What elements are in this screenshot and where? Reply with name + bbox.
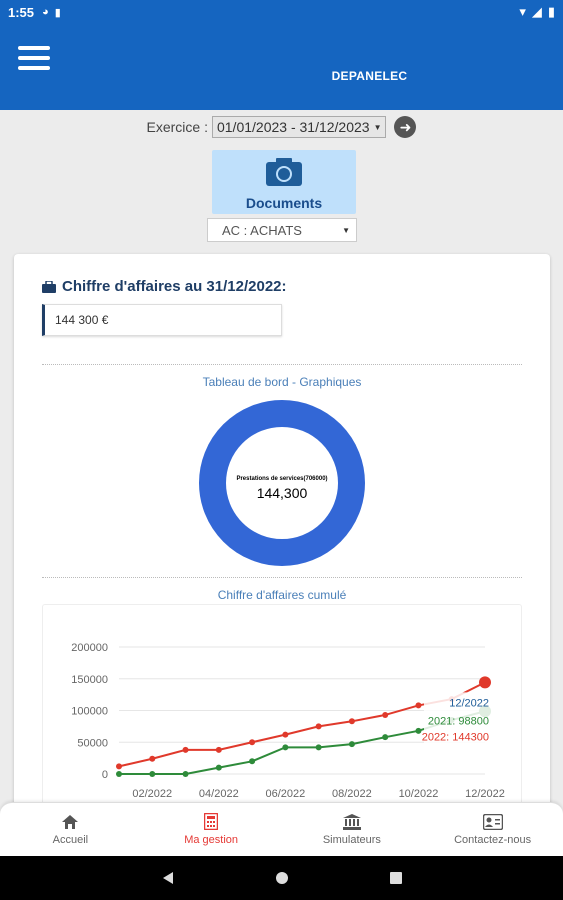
- y-tick-label: 50000: [77, 737, 108, 749]
- journal-select[interactable]: AC : ACHATS ▼: [207, 218, 357, 242]
- data-point: [215, 746, 222, 753]
- notification-icon: ◕: [42, 6, 49, 18]
- donut-inner: [224, 425, 340, 541]
- dashboard-title: Tableau de bord - Graphiques: [202, 375, 362, 389]
- recents-icon[interactable]: [389, 871, 403, 885]
- donut-value: 144,300: [257, 485, 308, 501]
- ca-title-text: Chiffre d'affaires au 31/12/2022:: [62, 278, 287, 295]
- exercice-value: 01/01/2023 - 31/12/2023: [216, 119, 370, 135]
- exercice-row: Exercice : 01/01/2023 - 31/12/2023 ▼ ➜: [0, 116, 563, 138]
- donut-label: Prestations de services(706000): [236, 476, 327, 482]
- app-title: DEPANELEC: [331, 69, 408, 83]
- back-icon[interactable]: [161, 871, 175, 885]
- app-bar: DEPANELEC: [0, 24, 563, 110]
- dropdown-arrow-icon: ▼: [373, 122, 382, 132]
- system-nav-bar: [0, 856, 563, 900]
- data-point: [182, 746, 189, 753]
- x-tick-label: 06/2022: [265, 788, 305, 800]
- documents-label: Documents: [245, 195, 323, 211]
- y-tick-label: 0: [102, 769, 108, 781]
- donut-chart[interactable]: Prestations de services(706000) 144,300: [199, 400, 365, 566]
- nav-contact[interactable]: Contactez-nous: [422, 803, 563, 856]
- bottom-nav: Accueil Ma gestion Simulateurs Contactez…: [0, 802, 563, 856]
- signal-icon: ◢: [531, 4, 542, 19]
- x-tick-label: 04/2022: [199, 788, 239, 800]
- data-point: [116, 771, 122, 777]
- x-tick-label: 02/2022: [132, 788, 172, 800]
- home-circle-icon[interactable]: [275, 871, 289, 885]
- data-point: [282, 731, 289, 738]
- sim-icon: ▮: [54, 6, 61, 19]
- exercice-select[interactable]: 01/01/2023 - 31/12/2023 ▼: [211, 116, 387, 138]
- ca-value-box: 144 300 €: [42, 304, 282, 336]
- x-tick-label: 12/2022: [465, 788, 505, 800]
- ca-value: 144 300 €: [55, 313, 109, 327]
- y-tick-label: 200000: [71, 642, 108, 654]
- data-point: [348, 718, 355, 725]
- data-point: [282, 744, 289, 751]
- tooltip-title: 12/2022: [449, 697, 489, 709]
- data-point: [415, 702, 422, 709]
- data-point: [149, 771, 156, 777]
- nav-simulateurs[interactable]: Simulateurs: [282, 803, 423, 856]
- data-point: [249, 758, 256, 765]
- data-point: [182, 771, 189, 777]
- divider: [42, 577, 522, 578]
- cumul-title: Chiffre d'affaires cumulé: [217, 588, 347, 602]
- briefcase-icon: [42, 280, 56, 293]
- data-point: [479, 676, 491, 689]
- nav-accueil-label: Accueil: [52, 833, 89, 846]
- calculator-icon: [204, 813, 219, 830]
- x-tick-label: 08/2022: [332, 788, 372, 800]
- data-point: [315, 723, 322, 730]
- data-point: [382, 734, 389, 741]
- nav-ma-gestion[interactable]: Ma gestion: [141, 803, 282, 856]
- y-tick-label: 100000: [71, 706, 108, 718]
- divider: [42, 364, 522, 365]
- nav-contact-label: Contactez-nous: [454, 833, 532, 846]
- cumul-line-chart[interactable]: 200000 150000 100000 50000 0 02/2022 04/2022 06…: [43, 605, 522, 814]
- cumul-chart-box: 200000 150000 100000 50000 0 02/2022 04/2022 06…: [42, 604, 522, 814]
- data-point: [348, 741, 355, 748]
- wifi-icon: ▾: [519, 4, 526, 19]
- data-point: [315, 744, 322, 751]
- dashboard-card: Chiffre d'affaires au 31/12/2022: 144 30…: [14, 254, 550, 814]
- data-point: [249, 739, 256, 746]
- battery-icon: ▮: [547, 4, 555, 19]
- contact-card-icon: [482, 813, 503, 830]
- journal-value: AC : ACHATS: [222, 222, 302, 238]
- home-icon: [62, 814, 79, 829]
- bank-icon: [342, 813, 361, 830]
- arrow-right-icon[interactable]: ➜: [394, 116, 417, 138]
- data-point: [149, 755, 156, 762]
- camera-icon: [266, 158, 302, 186]
- exercice-label: Exercice :: [146, 119, 208, 135]
- ca-title: Chiffre d'affaires au 31/12/2022:: [42, 278, 287, 295]
- status-bar: 1:55 ◕ ▮ ▾ ◢ ▮: [0, 0, 563, 24]
- data-point: [215, 764, 222, 771]
- data-point: [415, 727, 422, 734]
- data-point: [116, 763, 122, 770]
- data-point: [382, 711, 389, 718]
- x-tick-label: 10/2022: [399, 788, 439, 800]
- y-tick-label: 150000: [71, 674, 108, 686]
- nav-simulateurs-label: Simulateurs: [322, 833, 381, 846]
- status-time: 1:55: [8, 4, 35, 20]
- dropdown-arrow-icon: ▼: [342, 225, 350, 235]
- nav-ma-gestion-label: Ma gestion: [184, 834, 239, 846]
- documents-button[interactable]: Documents: [212, 150, 356, 214]
- tooltip-line: 2021: 98800: [428, 715, 489, 727]
- nav-accueil[interactable]: Accueil: [0, 803, 141, 856]
- tooltip-line: 2022: 144300: [422, 731, 489, 743]
